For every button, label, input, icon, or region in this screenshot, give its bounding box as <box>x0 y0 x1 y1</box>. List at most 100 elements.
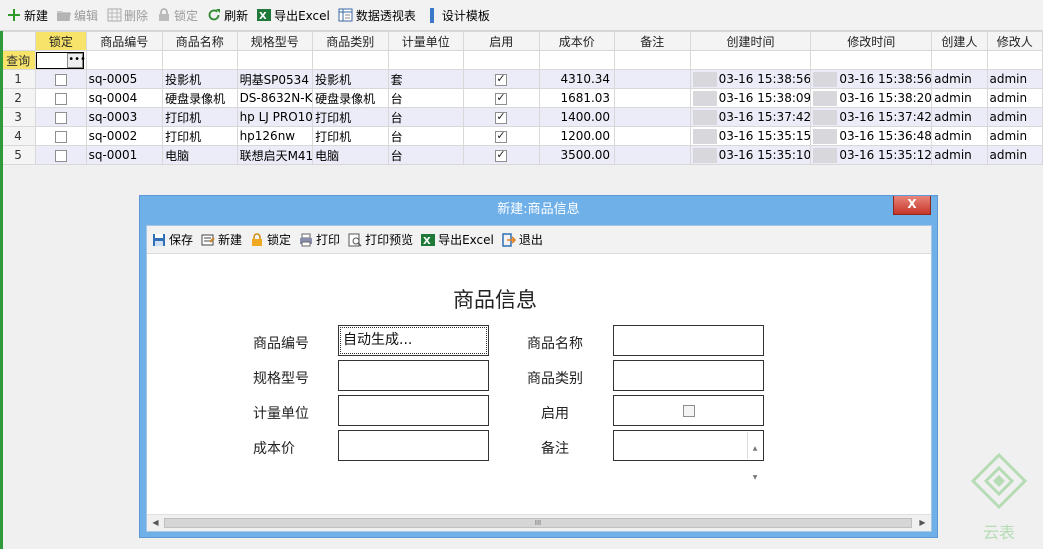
table-row[interactable]: 5sq-0001电脑联想启天M41电脑台3500.0003-16 15:35:1… <box>0 145 1043 165</box>
dlg-lock-button[interactable]: 锁定 <box>249 231 291 248</box>
cell-modifier[interactable]: admin <box>986 88 1043 108</box>
cell-note[interactable] <box>614 69 691 89</box>
row-locked-checkbox-cell[interactable] <box>35 107 87 127</box>
col-header-name[interactable]: 商品名称 <box>162 31 238 51</box>
filter-cell[interactable] <box>312 50 389 70</box>
ellipsis-button[interactable]: ••• <box>67 52 85 68</box>
row-locked-checkbox[interactable] <box>54 111 67 124</box>
cost-input[interactable] <box>338 430 489 461</box>
table-row[interactable]: 1sq-0005投影机明基SP0534投影机套4310.3403-16 15:3… <box>0 69 1043 89</box>
filter-cell[interactable] <box>614 50 691 70</box>
row-locked-checkbox-cell[interactable] <box>35 145 87 165</box>
filter-cell[interactable] <box>162 50 238 70</box>
cell-name[interactable]: 硬盘录像机 <box>162 88 238 108</box>
cell-code[interactable]: sq-0002 <box>85 126 164 146</box>
row-index[interactable]: 1 <box>0 69 37 89</box>
code-input[interactable]: 自动生成... <box>338 325 489 356</box>
cell-unit[interactable]: 台 <box>387 88 465 108</box>
row-enabled-checkbox[interactable] <box>495 148 508 162</box>
cell-modified[interactable]: 03-16 15:36:48 <box>810 126 933 146</box>
cell-creator[interactable]: admin <box>931 107 988 127</box>
lock-button[interactable]: 锁定 <box>156 7 198 24</box>
cell-spec[interactable]: hp126nw <box>236 126 314 146</box>
row-locked-checkbox-cell[interactable] <box>35 126 87 146</box>
col-header-modified[interactable]: 修改时间 <box>810 31 933 51</box>
dlg-print-preview-button[interactable]: 打印预览 <box>347 231 413 248</box>
note-textarea[interactable]: ▲ ▼ <box>613 430 764 481</box>
cell-spec[interactable]: 明基SP0534 <box>236 69 314 89</box>
col-header-locked[interactable]: 锁定 <box>35 31 87 51</box>
col-header-code[interactable]: 商品编号 <box>85 31 164 51</box>
cell-created[interactable]: 03-16 15:37:42 <box>689 107 812 127</box>
note-spin-buttons[interactable]: ▲ ▼ <box>747 432 762 481</box>
cell-modified[interactable]: 03-16 15:35:12 <box>810 145 933 165</box>
cell-spec[interactable]: hp LJ PRO10 <box>236 107 314 127</box>
row-enabled-checkbox[interactable] <box>495 129 508 143</box>
cell-modifier[interactable]: admin <box>986 69 1043 89</box>
dlg-save-button[interactable]: 保存 <box>151 231 193 248</box>
cell-cost[interactable]: 1681.03 <box>538 88 616 108</box>
col-header-modifier[interactable]: 修改人 <box>986 31 1043 51</box>
row-index[interactable]: 5 <box>0 145 37 165</box>
category-input[interactable] <box>613 360 764 391</box>
row-locked-checkbox[interactable] <box>54 73 67 86</box>
cell-cost[interactable]: 4310.34 <box>538 69 616 89</box>
row-enabled-checkbox-cell[interactable] <box>463 145 540 165</box>
cell-cost[interactable]: 1400.00 <box>538 107 616 127</box>
dlg-exit-button[interactable]: 退出 <box>501 231 543 248</box>
edit-button[interactable]: 编辑 <box>56 7 98 24</box>
spin-up-icon[interactable]: ▲ <box>753 434 758 463</box>
cell-code[interactable]: sq-0003 <box>85 107 164 127</box>
row-enabled-checkbox-cell[interactable] <box>463 107 540 127</box>
row-locked-checkbox-cell[interactable] <box>35 69 87 89</box>
filter-cell[interactable] <box>463 50 540 70</box>
cell-created[interactable]: 03-16 15:35:10 <box>689 145 812 165</box>
cell-note[interactable] <box>614 107 691 127</box>
cell-creator[interactable]: admin <box>931 88 988 108</box>
row-enabled-checkbox[interactable] <box>495 110 508 124</box>
row-enabled-checkbox-cell[interactable] <box>463 69 540 89</box>
cell-created[interactable]: 03-16 15:38:09 <box>689 88 812 108</box>
col-header-created[interactable]: 创建时间 <box>689 31 812 51</box>
row-enabled-checkbox[interactable] <box>495 72 508 86</box>
row-enabled-checkbox[interactable] <box>495 91 508 105</box>
cell-modifier[interactable]: admin <box>986 107 1043 127</box>
cell-created[interactable]: 03-16 15:38:56 <box>689 69 812 89</box>
cell-modified[interactable]: 03-16 15:38:20 <box>810 88 933 108</box>
table-row[interactable]: 2sq-0004硬盘录像机DS-8632N-K8硬盘录像机台1681.0303-… <box>0 88 1043 108</box>
pivot-table-button[interactable]: 数据透视表 <box>338 7 416 24</box>
table-row[interactable]: 3sq-0003打印机hp LJ PRO10打印机台1400.0003-16 1… <box>0 107 1043 127</box>
filter-cell[interactable] <box>986 50 1043 70</box>
cell-category[interactable]: 打印机 <box>312 107 389 127</box>
cell-code[interactable]: sq-0004 <box>85 88 164 108</box>
export-excel-button[interactable]: X 导出Excel <box>256 7 330 24</box>
filter-cell[interactable] <box>387 50 465 70</box>
cell-category[interactable]: 投影机 <box>312 69 389 89</box>
filter-cell[interactable] <box>689 50 812 70</box>
cell-code[interactable]: sq-0005 <box>85 69 164 89</box>
dlg-export-excel-button[interactable]: X 导出Excel <box>420 231 494 248</box>
scroll-left-icon[interactable]: ◀ <box>147 515 164 531</box>
cell-unit[interactable]: 台 <box>387 107 465 127</box>
cell-name[interactable]: 电脑 <box>162 145 238 165</box>
dialog-horizontal-scrollbar[interactable]: ◀ III ▶ <box>147 514 931 531</box>
name-input[interactable] <box>613 325 764 356</box>
cell-note[interactable] <box>614 88 691 108</box>
cell-category[interactable]: 打印机 <box>312 126 389 146</box>
table-row[interactable]: 4sq-0002打印机hp126nw打印机台1200.0003-16 15:35… <box>0 126 1043 146</box>
cell-name[interactable]: 打印机 <box>162 107 238 127</box>
col-header-creator[interactable]: 创建人 <box>931 31 988 51</box>
refresh-button[interactable]: 刷新 <box>206 7 248 24</box>
cell-unit[interactable]: 套 <box>387 69 465 89</box>
cell-modified[interactable]: 03-16 15:38:56 <box>810 69 933 89</box>
cell-name[interactable]: 打印机 <box>162 126 238 146</box>
filter-cell[interactable] <box>810 50 933 70</box>
cell-spec[interactable]: 联想启天M41 <box>236 145 314 165</box>
filter-cell-locked[interactable]: ••• <box>35 50 87 70</box>
row-index[interactable]: 3 <box>0 107 37 127</box>
row-locked-checkbox-cell[interactable] <box>35 88 87 108</box>
cell-cost[interactable]: 1200.00 <box>538 126 616 146</box>
cell-category[interactable]: 硬盘录像机 <box>312 88 389 108</box>
spin-down-icon[interactable]: ▼ <box>753 463 758 492</box>
row-locked-checkbox[interactable] <box>54 149 67 162</box>
